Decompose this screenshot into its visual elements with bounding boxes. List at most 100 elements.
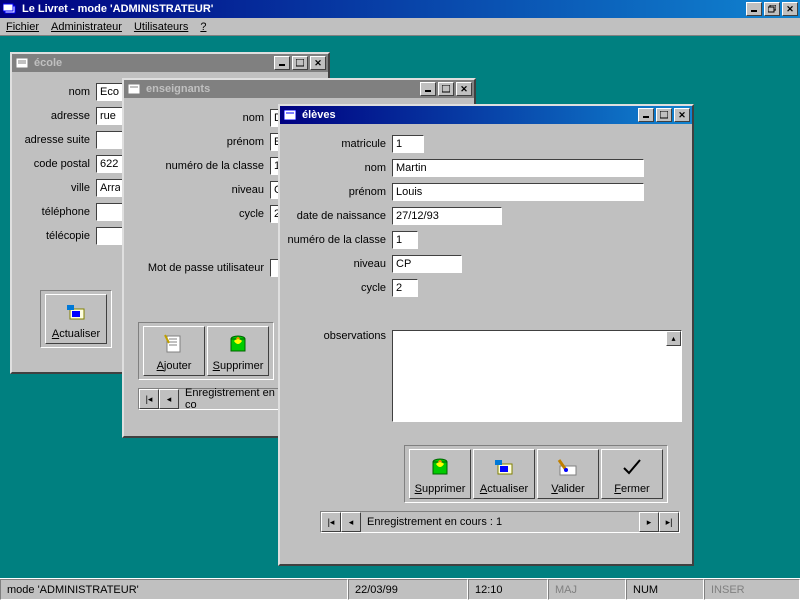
label-ecole-adresse2: adresse suite (18, 134, 96, 146)
menubar: Fichier Administrateur Utilisateurs ? (0, 18, 800, 36)
elv-close-button[interactable]: ✕ (674, 108, 690, 122)
elv-supprimer-button[interactable]: Supprimer (409, 449, 471, 499)
ens-ajouter-label: Ajouter (157, 360, 192, 372)
input-elv-prenom[interactable] (392, 183, 644, 201)
input-ecole-tel[interactable] (96, 203, 124, 221)
check-icon (620, 450, 644, 483)
restore-button[interactable] (764, 2, 780, 16)
elv-supprimer-label: Supprimer (415, 483, 466, 495)
input-elv-dob[interactable] (392, 207, 502, 225)
menu-utilisateurs[interactable]: Utilisateurs (134, 21, 188, 33)
form-icon (282, 108, 298, 122)
label-ens-nom: nom (130, 112, 270, 124)
add-icon (163, 327, 185, 360)
input-ecole-adresse2[interactable] (96, 131, 124, 149)
ens-ajouter-button[interactable]: Ajouter (143, 326, 205, 376)
ens-supprimer-label: Supprimer (213, 360, 264, 372)
delete-icon (429, 450, 451, 483)
mdi-client: école ✕ nom adresse adresse suite code p… (0, 36, 800, 578)
ecole-close-button[interactable]: ✕ (310, 56, 326, 70)
ens-nav-first-button[interactable]: |◂ (139, 389, 159, 409)
elv-actualiser-label: Actualiser (480, 483, 528, 495)
input-ecole-fax[interactable] (96, 227, 124, 245)
ens-close-button[interactable]: ✕ (456, 82, 472, 96)
label-elv-dob: date de naissance (286, 210, 392, 222)
status-maj: MAJ (548, 579, 626, 600)
window-eleves: élèves ✕ matricule nom prénom date de na… (278, 104, 694, 566)
validate-icon (556, 450, 580, 483)
status-num: NUM (626, 579, 704, 600)
titlebar-ecole[interactable]: école ✕ (12, 54, 328, 72)
ecole-minimize-button[interactable] (274, 56, 290, 70)
elv-nav-last-button[interactable]: ▸| (659, 512, 679, 532)
label-ecole-nom: nom (18, 86, 96, 98)
app-icon (2, 2, 18, 16)
title-eleves: élèves (302, 109, 638, 121)
input-elv-nom[interactable] (392, 159, 644, 177)
ens-supprimer-button[interactable]: Supprimer (207, 326, 269, 376)
label-elv-classe: numéro de la classe (286, 234, 392, 246)
elv-minimize-button[interactable] (638, 108, 654, 122)
form-icon (126, 82, 142, 96)
input-ecole-cp[interactable] (96, 155, 124, 173)
elv-nav-next-button[interactable]: ▸ (639, 512, 659, 532)
menu-fichier[interactable]: Fichier (6, 21, 39, 33)
refresh-icon (492, 450, 516, 483)
label-elv-niveau: niveau (286, 258, 392, 270)
status-inser: INSER (704, 579, 800, 600)
elv-fermer-label: Fermer (614, 483, 649, 495)
form-icon (14, 56, 30, 70)
input-elv-niveau[interactable] (392, 255, 462, 273)
app-title: Le Livret - mode 'ADMINISTRATEUR' (22, 3, 746, 15)
label-elv-cycle: cycle (286, 282, 392, 294)
refresh-icon (64, 295, 88, 328)
elv-nav-prev-button[interactable]: ◂ (341, 512, 361, 532)
textarea-elv-obs[interactable] (392, 330, 682, 422)
ens-maximize-button[interactable] (438, 82, 454, 96)
input-elv-classe[interactable] (392, 231, 418, 249)
ens-nav-prev-button[interactable]: ◂ (159, 389, 179, 409)
elv-maximize-button[interactable] (656, 108, 672, 122)
ens-minimize-button[interactable] (420, 82, 436, 96)
elv-valider-button[interactable]: Valider (537, 449, 599, 499)
elv-fermer-button[interactable]: Fermer (601, 449, 663, 499)
scroll-up-button[interactable]: ▴ (666, 331, 681, 346)
minimize-button[interactable] (746, 2, 762, 16)
input-elv-cycle[interactable] (392, 279, 418, 297)
menu-administrateur[interactable]: Administrateur (51, 21, 122, 33)
status-mode: mode 'ADMINISTRATEUR' (0, 579, 348, 600)
status-time: 12:10 (468, 579, 548, 600)
statusbar: mode 'ADMINISTRATEUR' 22/03/99 12:10 MAJ… (0, 578, 800, 600)
label-elv-nom: nom (286, 162, 392, 174)
label-elv-obs: observations (286, 330, 392, 342)
close-button[interactable]: ✕ (782, 2, 798, 16)
input-ecole-adresse[interactable] (96, 107, 124, 125)
ecole-actualiser-button[interactable]: Actualiser (45, 294, 107, 344)
elv-nav-first-button[interactable]: |◂ (321, 512, 341, 532)
label-ens-prenom: prénom (130, 136, 270, 148)
menu-help[interactable]: ? (200, 21, 206, 33)
input-ecole-nom[interactable] (96, 83, 124, 101)
label-ens-classe: numéro de la classe (130, 160, 270, 172)
elv-record-nav: |◂ ◂ Enregistrement en cours : 1 ▸ ▸| (320, 511, 680, 533)
elv-actualiser-button[interactable]: Actualiser (473, 449, 535, 499)
ecole-maximize-button[interactable] (292, 56, 308, 70)
titlebar-enseignants[interactable]: enseignants ✕ (124, 80, 474, 98)
label-ecole-fax: télécopie (18, 230, 96, 242)
elv-nav-text: Enregistrement en cours : 1 (361, 512, 639, 532)
app-titlebar: Le Livret - mode 'ADMINISTRATEUR' ✕ (0, 0, 800, 18)
input-ecole-ville[interactable] (96, 179, 124, 197)
label-elv-prenom: prénom (286, 186, 392, 198)
label-elv-matricule: matricule (286, 138, 392, 150)
input-elv-matricule[interactable] (392, 135, 424, 153)
ens-record-nav: |◂ ◂ Enregistrement en co (138, 388, 292, 410)
ens-nav-text: Enregistrement en co (179, 389, 291, 409)
ecole-actualiser-label: Actualiser (52, 328, 100, 340)
label-ecole-tel: téléphone (18, 206, 96, 218)
titlebar-eleves[interactable]: élèves ✕ (280, 106, 692, 124)
delete-icon (227, 327, 249, 360)
label-ecole-adresse: adresse (18, 110, 96, 122)
elv-valider-label: Valider (551, 483, 584, 495)
label-ecole-ville: ville (18, 182, 96, 194)
label-ens-niveau: niveau (130, 184, 270, 196)
